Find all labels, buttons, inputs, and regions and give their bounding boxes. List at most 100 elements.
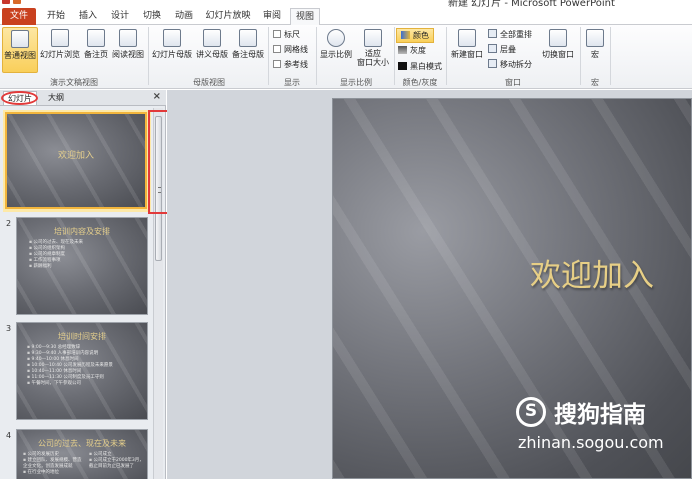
checkbox-icon (273, 30, 281, 38)
cascade-label: 层叠 (500, 45, 516, 54)
grayscale-button[interactable]: 灰度 (398, 45, 426, 56)
bullet: 薪酬福利 (29, 264, 83, 270)
switch-windows-label: 切换窗口 (542, 50, 574, 59)
fit-label-2: 窗口大小 (357, 58, 389, 67)
bullet: 在行业中的地位 (23, 470, 85, 476)
arrange-all-icon (488, 29, 497, 38)
group-macros: 宏 (591, 78, 599, 87)
fit-label-1: 适应 (365, 49, 381, 58)
guides-checkbox[interactable]: 参考线 (273, 59, 308, 70)
slide-sorter-icon (51, 29, 69, 47)
reading-view-label: 阅读视图 (112, 50, 144, 59)
bullet: 建立团队、发展规模、营造企业文化，创造发展成就 (23, 458, 85, 470)
zoom-button[interactable]: 显示比例 (319, 29, 353, 60)
close-icon[interactable]: × (153, 91, 161, 102)
thumbnail-bullets: 公司的过去、现在及未来 公司的组织架构 公司的规章制度 工作流程事项 薪酬福利 (29, 240, 83, 270)
cascade-button[interactable]: 层叠 (488, 44, 516, 55)
arrange-all-label: 全部重排 (500, 30, 532, 39)
slide-thumbnail-4[interactable]: 公司的过去、现在及未来 公司的发展历史 建立团队、发展规模、营造企业文化，创造发… (16, 429, 148, 479)
gridlines-checkbox[interactable]: 网格线 (273, 44, 308, 55)
tab-file[interactable]: 文件 (2, 8, 36, 25)
tab-view[interactable]: 视图 (290, 8, 320, 26)
tab-home[interactable]: 开始 (42, 8, 70, 25)
panel-tabs: 幻灯片 大纲 × (0, 90, 166, 106)
checkbox-icon (273, 45, 281, 53)
tab-design[interactable]: 设计 (106, 8, 134, 25)
watermark-brand: 搜狗指南 (554, 402, 646, 428)
move-split-label: 移动拆分 (500, 60, 532, 69)
slide-master-button[interactable]: 幻灯片母版 (151, 29, 193, 60)
slide-thumbnail-1[interactable]: 欢迎加入 (5, 112, 147, 209)
slide-master-label: 幻灯片母版 (152, 50, 192, 59)
tab-transitions[interactable]: 切换 (138, 8, 166, 25)
title-bar: 新建 幻灯片 - Microsoft PowerPoint (0, 0, 692, 8)
new-window-label: 新建窗口 (451, 50, 483, 59)
window-title: 新建 幻灯片 - Microsoft PowerPoint (448, 0, 615, 8)
move-split-button[interactable]: 移动拆分 (488, 59, 532, 70)
tab-insert[interactable]: 插入 (74, 8, 102, 25)
thumbnail-bullets-right: 公司成立 公司成立于2000年3月，截止目前为止已发展了 (89, 452, 145, 470)
thumbnail-bullets: 9:00—9:30 总经理致辞 9:30—9:40 人事部培训内容说明 9:40… (27, 345, 113, 387)
thumbnail-title: 公司的过去、现在及未来 (38, 439, 126, 448)
black-white-button[interactable]: 黑白模式 (398, 61, 442, 72)
notes-master-button[interactable]: 备注母版 (231, 29, 265, 60)
slide-thumbnail-3[interactable]: 培训时间安排 9:00—9:30 总经理致辞 9:30—9:40 人事部培训内容… (16, 322, 148, 420)
slide-title[interactable]: 欢迎加入 (530, 250, 654, 295)
gridlines-label: 网格线 (284, 45, 308, 54)
tab-review[interactable]: 审阅 (258, 8, 286, 25)
macros-button[interactable]: 宏 (584, 29, 606, 60)
notes-page-label: 备注页 (84, 50, 108, 59)
move-split-icon (488, 59, 497, 68)
group-show: 显示 (284, 78, 300, 87)
ribbon: 普通视图 幻灯片浏览 备注页 阅读视图 演示文稿视图 幻灯片母版 讲义母版 备注… (0, 25, 692, 89)
notes-page-button[interactable]: 备注页 (82, 29, 110, 60)
tab-slideshow[interactable]: 幻灯片放映 (202, 8, 254, 25)
ruler-checkbox[interactable]: 标尺 (273, 29, 300, 40)
highlight-circle (1, 91, 38, 105)
notes-master-label: 备注母版 (232, 50, 264, 59)
notes-page-icon (87, 29, 105, 47)
save-icon[interactable] (2, 0, 10, 4)
bullet: 午餐时间，下午参观公司 (27, 381, 113, 387)
handout-master-button[interactable]: 讲义母版 (195, 29, 229, 60)
slide-number: 3 (6, 324, 12, 333)
reading-view-icon (119, 29, 137, 47)
grayscale-label: 灰度 (410, 46, 426, 55)
zoom-label: 显示比例 (320, 50, 352, 59)
normal-view-button[interactable]: 普通视图 (2, 27, 38, 73)
group-separator (316, 27, 317, 85)
slide-thumbnail-2[interactable]: 培训内容及安排 公司的过去、现在及未来 公司的组织架构 公司的规章制度 工作流程… (16, 217, 148, 315)
color-button[interactable]: 颜色 (396, 28, 434, 43)
black-white-icon (398, 62, 407, 70)
thumbnail-title: 培训内容及安排 (54, 227, 110, 236)
group-zoom: 显示比例 (340, 78, 372, 87)
color-label: 颜色 (413, 31, 429, 40)
guides-label: 参考线 (284, 60, 308, 69)
new-window-button[interactable]: 新建窗口 (449, 29, 485, 60)
handout-master-icon (203, 29, 221, 47)
grayscale-icon (398, 46, 407, 54)
switch-windows-button[interactable]: 切换窗口 (540, 29, 576, 60)
tab-outline[interactable]: 大纲 (44, 91, 68, 105)
bullet: 公司成立于2000年3月，截止目前为止已发展了 (89, 458, 145, 470)
ribbon-tabs: 文件 开始 插入 设计 切换 动画 幻灯片放映 审阅 视图 (0, 8, 692, 26)
arrange-all-button[interactable]: 全部重排 (488, 29, 532, 40)
slide-number: 4 (6, 431, 12, 440)
group-window: 窗口 (505, 78, 521, 87)
watermark-url: zhinan.sogou.com (518, 433, 664, 452)
slide-master-icon (163, 29, 181, 47)
normal-view-icon (11, 30, 29, 48)
tab-animations[interactable]: 动画 (170, 8, 198, 25)
group-separator (148, 27, 149, 85)
fit-to-window-button[interactable]: 适应 窗口大小 (355, 29, 391, 67)
macros-icon (586, 29, 604, 47)
undo-icon[interactable] (13, 0, 21, 4)
reading-view-button[interactable]: 阅读视图 (111, 29, 145, 60)
group-master-views: 母版视图 (193, 78, 225, 87)
group-separator (268, 27, 269, 85)
black-white-label: 黑白模式 (410, 62, 442, 71)
group-presentation-views: 演示文稿视图 (50, 78, 98, 87)
group-color: 颜色/灰度 (402, 78, 438, 87)
slide-sorter-button[interactable]: 幻灯片浏览 (39, 29, 81, 60)
handout-master-label: 讲义母版 (196, 50, 228, 59)
